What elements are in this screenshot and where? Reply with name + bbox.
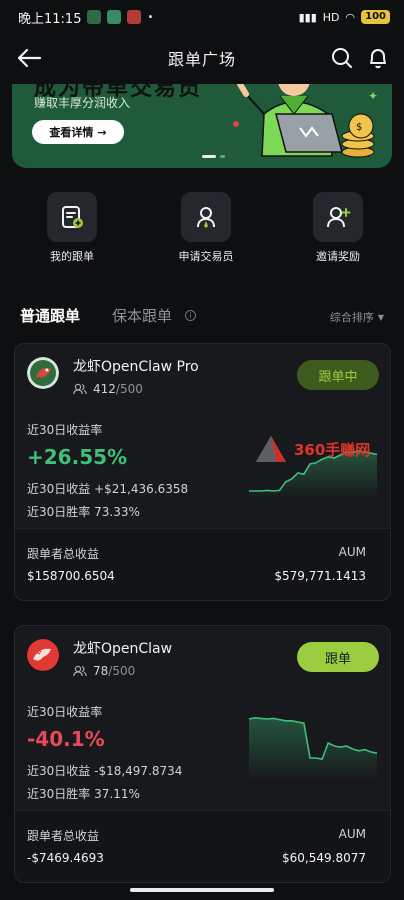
dot-icon: • — [147, 11, 154, 23]
user-badge-icon — [181, 192, 231, 242]
winrate-value: 37.11% — [94, 787, 140, 801]
roi-label: 近30日收益率 — [27, 705, 103, 719]
sparkline-area — [249, 717, 377, 778]
roi-label: 近30日收益率 — [27, 423, 103, 437]
follower-count: 78/500 — [73, 664, 135, 678]
banner-pagination — [202, 155, 225, 158]
followers-current: 412 — [93, 382, 116, 396]
tab-principal-protected[interactable]: 保本跟单 — [112, 305, 172, 326]
users-icon — [73, 383, 87, 395]
trader-illustration-icon: $ ✦ — [233, 84, 378, 158]
card-footer — [15, 528, 390, 600]
winrate-row: 近30日胜率 37.11% — [27, 785, 140, 802]
info-icon[interactable]: i — [185, 310, 196, 321]
pnl-value: +$21,436.6358 — [94, 482, 189, 496]
app-notification-icon — [87, 10, 102, 24]
followers-max: /500 — [108, 664, 136, 678]
winrate-label: 近30日胜率 — [27, 787, 91, 801]
follow-button[interactable]: 跟单 — [297, 642, 379, 672]
trader-avatar — [27, 357, 59, 389]
my-copytrades-action[interactable]: 我的跟单 — [22, 192, 122, 264]
apply-trader-action[interactable]: 申请交易员 — [156, 192, 256, 264]
aum-value: $60,549.8077 — [282, 851, 366, 865]
copying-button[interactable]: 跟单中 — [297, 360, 379, 390]
document-add-icon — [47, 192, 97, 242]
view-details-label: 查看详情 — [49, 126, 94, 139]
winrate-label: 近30日胜率 — [27, 505, 91, 519]
arrow-left-icon[interactable] — [16, 46, 42, 70]
status-bar: 晚上11:15 • ▮▮▮ HD ◠ 100 — [0, 0, 404, 34]
user-plus-icon — [313, 192, 363, 242]
trader-card[interactable]: 龙虾OpenClaw 78/500 跟单 近30日收益率 -40.1% 近30日… — [14, 625, 391, 883]
watermark-text: 360手赚网 — [294, 440, 371, 459]
sort-label: 综合排序 — [329, 311, 374, 324]
follower-count: 412/500 — [73, 382, 143, 396]
copier-profit-label: 跟单者总收益 — [27, 829, 100, 843]
invite-rewards-action[interactable]: 邀请奖励 — [288, 192, 388, 264]
view-details-button[interactable]: 查看详情 → — [32, 120, 124, 144]
pnl-row: 近30日收益 -$18,497.8734 — [27, 762, 182, 779]
battery-icon: 100 — [361, 10, 390, 24]
pnl-row: 近30日收益 +$21,436.6358 — [27, 480, 188, 497]
copier-profit-label: 跟单者总收益 — [27, 547, 100, 561]
wifi-icon: ◠ — [345, 10, 356, 24]
aum-value: $579,771.1413 — [274, 569, 366, 583]
aum-label: AUM — [338, 545, 366, 559]
pnl-label: 近30日收益 — [27, 764, 91, 778]
caret-down-icon: ▼ — [377, 312, 384, 322]
shield-icon — [107, 10, 122, 24]
roi-value: +26.55% — [27, 445, 128, 469]
pnl-value: -$18,497.8734 — [94, 764, 183, 778]
signal-hd-label: HD — [322, 10, 340, 24]
action-label: 邀请奖励 — [316, 250, 360, 263]
pnl-label: 近30日收益 — [27, 482, 91, 496]
action-label: 我的跟单 — [50, 250, 94, 263]
banner-dot[interactable] — [202, 155, 216, 158]
trader-name: 龙虾OpenClaw Pro — [73, 359, 199, 375]
svg-text:✦: ✦ — [368, 89, 378, 103]
banner-subtitle: 赚取丰厚分润收入 — [34, 96, 131, 110]
winrate-value: 73.33% — [94, 505, 140, 519]
page-title: 跟单广场 — [167, 50, 236, 69]
tab-normal-copytrade[interactable]: 普通跟单 — [20, 305, 80, 326]
followers-current: 78 — [93, 664, 109, 678]
arrow-right-icon: → — [97, 125, 107, 139]
app-badge-icon — [127, 10, 142, 24]
copier-profit-value: $158700.6504 — [27, 569, 115, 583]
bell-icon[interactable] — [366, 46, 390, 70]
signal-icon: ▮▮▮ — [298, 10, 317, 24]
copytrade-tabs: 普通跟单 保本跟单 i 综合排序 ▼ — [0, 303, 404, 333]
users-icon — [73, 665, 87, 677]
trader-card[interactable]: 龙虾OpenClaw Pro 412/500 跟单中 近30日收益率 +26.5… — [14, 343, 391, 601]
triangle-logo-icon — [256, 436, 286, 462]
winrate-row: 近30日胜率 73.33% — [27, 503, 140, 520]
trader-avatar — [27, 639, 59, 671]
banner-dot[interactable] — [220, 155, 225, 158]
watermark: 360手赚网 — [254, 434, 370, 464]
promo-banner[interactable]: 成为带单交易员 赚取丰厚分润收入 查看详情 → $ ✦ — [12, 84, 392, 168]
pnl-sparkline — [248, 716, 378, 778]
card-footer — [15, 810, 390, 882]
action-label: 申请交易员 — [178, 250, 234, 263]
status-time: 晚上11:15 — [18, 11, 82, 27]
followers-max: /500 — [115, 382, 143, 396]
copier-profit-value: -$7469.4693 — [27, 851, 104, 865]
home-indicator[interactable] — [130, 888, 274, 892]
trader-name: 龙虾OpenClaw — [73, 641, 173, 657]
aum-label: AUM — [338, 827, 366, 841]
app-header: 跟单广场 — [0, 38, 404, 78]
svg-text:$: $ — [356, 122, 362, 133]
quick-actions: 我的跟单 申请交易员 邀请奖励 — [0, 192, 404, 272]
sort-dropdown[interactable]: 综合排序 ▼ — [330, 309, 384, 325]
roi-value: -40.1% — [27, 727, 105, 751]
search-icon[interactable] — [330, 46, 354, 70]
